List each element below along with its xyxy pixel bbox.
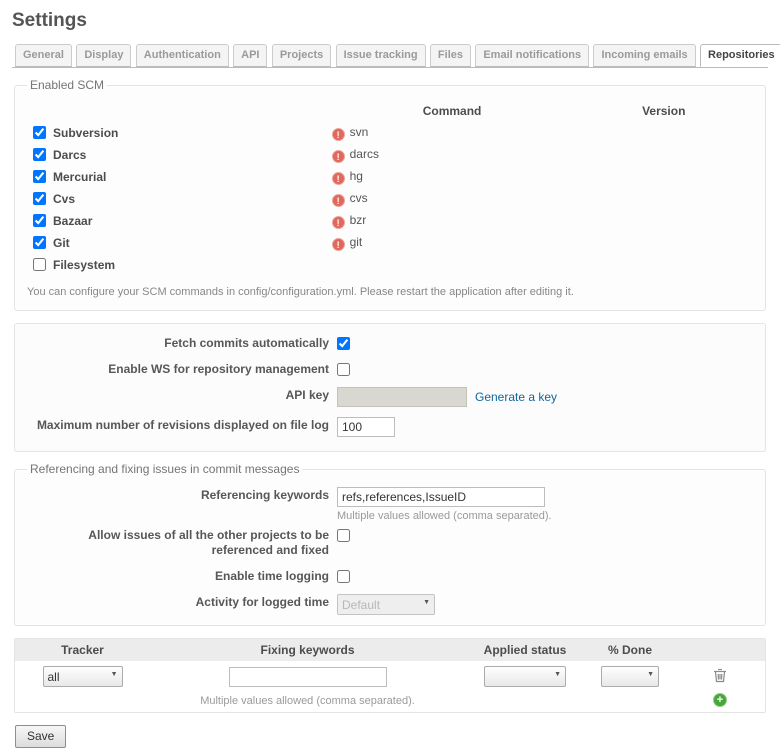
referencing-keywords-field[interactable] bbox=[337, 487, 545, 507]
scm-name-label: Filesystem bbox=[53, 258, 115, 272]
repository-general-settings-box: Fetch commits automatically Enable WS fo… bbox=[14, 323, 766, 452]
tab-repositories[interactable]: Repositories bbox=[700, 44, 780, 67]
table-row: Subversion ! svn bbox=[25, 122, 755, 144]
save-button[interactable]: Save bbox=[15, 725, 66, 748]
fetch-commits-label: Fetch commits automatically bbox=[25, 334, 337, 351]
tab-display[interactable]: Display bbox=[76, 44, 131, 67]
enable-time-logging-checkbox[interactable] bbox=[337, 570, 350, 583]
scm-cvs-checkbox[interactable] bbox=[33, 192, 46, 205]
tab-issue-tracking[interactable]: Issue tracking bbox=[336, 44, 426, 67]
scm-command: hg bbox=[350, 169, 363, 183]
scm-command: cvs bbox=[350, 191, 368, 205]
table-row: Mercurial ! hg bbox=[25, 166, 755, 188]
table-row: Filesystem bbox=[25, 254, 755, 276]
tab-general[interactable]: General bbox=[15, 44, 72, 67]
exclamation-icon: ! bbox=[332, 150, 345, 163]
tab-incoming-emails[interactable]: Incoming emails bbox=[593, 44, 695, 67]
enable-ws-checkbox[interactable] bbox=[337, 363, 350, 376]
scm-command: git bbox=[350, 235, 363, 249]
applied-status-select-wrapper bbox=[484, 666, 566, 687]
scm-filesystem-checkbox[interactable] bbox=[33, 258, 46, 271]
referencing-keywords-label: Referencing keywords bbox=[25, 486, 337, 503]
max-revisions-label: Maximum number of revisions displayed on… bbox=[25, 416, 337, 433]
scm-darcs-checkbox[interactable] bbox=[33, 148, 46, 161]
table-row: Cvs ! cvs bbox=[25, 188, 755, 210]
table-row: all bbox=[15, 661, 765, 692]
tab-authentication[interactable]: Authentication bbox=[136, 44, 229, 67]
tab-email-notifications[interactable]: Email notifications bbox=[475, 44, 589, 67]
scm-name-label: Subversion bbox=[53, 126, 118, 140]
scm-name-label: Bazaar bbox=[53, 214, 92, 228]
tab-projects[interactable]: Projects bbox=[272, 44, 331, 67]
tab-files[interactable]: Files bbox=[430, 44, 471, 67]
enabled-scm-legend: Enabled SCM bbox=[27, 78, 107, 92]
exclamation-icon: ! bbox=[332, 194, 345, 207]
scm-table: Command Version Subversion ! svn Darcs ! d… bbox=[25, 100, 755, 276]
scm-subversion-checkbox[interactable] bbox=[33, 126, 46, 139]
referencing-legend: Referencing and fixing issues in commit … bbox=[27, 462, 302, 476]
api-key-label: API key bbox=[25, 386, 337, 403]
scm-command: svn bbox=[350, 125, 369, 139]
max-revisions-field[interactable] bbox=[337, 417, 395, 437]
allow-cross-project-label: Allow issues of all the other projects t… bbox=[25, 526, 337, 558]
enabled-scm-fieldset: Enabled SCM Command Version Subversion !… bbox=[14, 78, 766, 311]
referencing-keywords-hint: Multiple values allowed (comma separated… bbox=[337, 510, 552, 522]
settings-tabs: General Display Authentication API Proje… bbox=[12, 44, 768, 68]
scm-mercurial-checkbox[interactable] bbox=[33, 170, 46, 183]
tracker-column-header: Tracker bbox=[15, 639, 150, 661]
scm-git-checkbox[interactable] bbox=[33, 236, 46, 249]
add-icon[interactable]: + bbox=[713, 693, 727, 707]
fixing-keywords-column-header: Fixing keywords bbox=[150, 639, 465, 661]
scm-name-label: Git bbox=[53, 236, 70, 250]
scm-command: bzr bbox=[350, 213, 367, 227]
referencing-fieldset: Referencing and fixing issues in commit … bbox=[14, 462, 766, 626]
command-column-header: Command bbox=[332, 100, 573, 122]
delete-icon[interactable] bbox=[713, 668, 727, 683]
version-column-header: Version bbox=[572, 100, 755, 122]
enable-time-logging-label: Enable time logging bbox=[25, 567, 337, 584]
exclamation-icon: ! bbox=[332, 238, 345, 251]
fixing-keywords-hint: Multiple values allowed (comma separated… bbox=[152, 695, 463, 707]
exclamation-icon: ! bbox=[332, 128, 345, 141]
percent-done-column-header: % Done bbox=[585, 639, 675, 661]
fetch-commits-checkbox[interactable] bbox=[337, 337, 350, 350]
fixing-keywords-field[interactable] bbox=[229, 667, 387, 687]
percent-done-select[interactable] bbox=[601, 666, 659, 687]
scm-name-label: Darcs bbox=[53, 148, 86, 162]
exclamation-icon: ! bbox=[332, 172, 345, 185]
scm-bazaar-checkbox[interactable] bbox=[33, 214, 46, 227]
api-key-field bbox=[337, 387, 467, 407]
tab-api[interactable]: API bbox=[233, 44, 267, 67]
page-title: Settings bbox=[12, 10, 768, 32]
enable-ws-label: Enable WS for repository management bbox=[25, 360, 337, 377]
activity-logged-time-label: Activity for logged time bbox=[25, 593, 337, 610]
table-row: Git ! git bbox=[25, 232, 755, 254]
tracker-select[interactable]: all bbox=[43, 666, 123, 687]
tracker-select-wrapper: all bbox=[43, 666, 123, 687]
scm-config-note: You can configure your SCM commands in c… bbox=[27, 286, 755, 298]
scm-name-label: Mercurial bbox=[53, 170, 106, 184]
scm-name-label: Cvs bbox=[53, 192, 75, 206]
activity-select: Default bbox=[337, 594, 435, 615]
applied-status-select[interactable] bbox=[484, 666, 566, 687]
activity-select-wrapper: Default bbox=[337, 594, 435, 615]
generate-key-link[interactable]: Generate a key bbox=[475, 390, 557, 404]
applied-status-column-header: Applied status bbox=[465, 639, 585, 661]
table-row: Bazaar ! bzr bbox=[25, 210, 755, 232]
percent-done-select-wrapper bbox=[601, 666, 659, 687]
table-row: Darcs ! darcs bbox=[25, 144, 755, 166]
scm-command: darcs bbox=[350, 147, 379, 161]
fixing-keywords-box: Tracker Fixing keywords Applied status %… bbox=[14, 638, 766, 713]
exclamation-icon: ! bbox=[332, 216, 345, 229]
allow-cross-project-checkbox[interactable] bbox=[337, 529, 350, 542]
